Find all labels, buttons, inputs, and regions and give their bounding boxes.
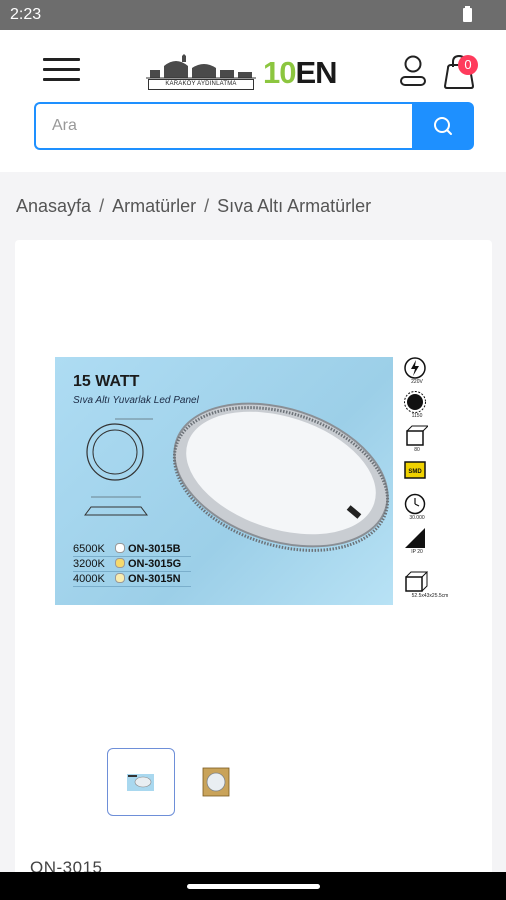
breadcrumb-home[interactable]: Anasayfa xyxy=(16,196,91,216)
menu-bar-icon xyxy=(43,78,80,81)
account-button[interactable] xyxy=(399,54,427,90)
user-icon xyxy=(400,55,426,86)
variant-row: 4000K ON-3015N xyxy=(73,572,191,587)
color-dot-icon xyxy=(115,573,125,583)
color-dot-icon xyxy=(115,543,125,553)
mosque-skyline-icon xyxy=(146,54,256,79)
thumbnail-1[interactable] xyxy=(107,748,175,816)
product-card: 15 WATT Sıva Altı Yuvarlak Led Panel 650… xyxy=(15,240,492,880)
search-icon xyxy=(434,117,452,135)
variant-codes: 6500K ON-3015B 3200K ON-3015G 4000K ON-3015… xyxy=(73,542,191,587)
spec-icons-column: 220V 1150 80 SMD 30.000 IP 20 52.5x43x25… xyxy=(400,357,462,605)
thumbnail-2[interactable] xyxy=(191,748,259,816)
menu-bar-icon xyxy=(43,58,80,61)
10en-logo[interactable]: 10EN xyxy=(263,55,338,90)
search-bar xyxy=(34,102,474,154)
breadcrumb-separator: / xyxy=(99,196,105,216)
breadcrumb-separator: / xyxy=(204,196,210,216)
lumen-icon xyxy=(404,391,426,413)
breadcrumb: Anasayfa / Armatürler / Sıva Altı Armatürler xyxy=(16,196,371,217)
svg-text:SMD: SMD xyxy=(408,469,422,475)
product-photo-panel: 15 WATT Sıva Altı Yuvarlak Led Panel 650… xyxy=(55,357,393,605)
status-bar: 2:23 xyxy=(0,0,506,30)
brand-en: EN xyxy=(295,55,337,90)
product-box-thumbnail-image xyxy=(202,767,230,797)
search-button[interactable] xyxy=(412,102,474,150)
smd-chip-icon: SMD xyxy=(404,461,426,479)
breadcrumb-current[interactable]: Sıva Altı Armatürler xyxy=(217,196,371,216)
voltage-icon xyxy=(404,357,426,379)
system-navigation-bar xyxy=(0,872,506,900)
color-dot-icon xyxy=(115,558,125,568)
package-size-icon xyxy=(405,571,428,592)
breadcrumb-armaturler[interactable]: Armatürler xyxy=(112,196,196,216)
brand-ten: 10 xyxy=(263,55,296,90)
cart-count-badge: 0 xyxy=(458,55,478,75)
site-header: KARAKÖY AYDINLATMA 10EN 0 xyxy=(0,30,506,172)
battery-icon xyxy=(463,6,472,22)
search-input[interactable] xyxy=(34,102,412,150)
box-icon xyxy=(406,425,428,446)
lifetime-clock-icon xyxy=(404,493,426,515)
ip-rating-icon xyxy=(405,528,425,548)
status-time: 2:23 xyxy=(10,6,42,23)
product-main-image[interactable]: 15 WATT Sıva Altı Yuvarlak Led Panel 650… xyxy=(55,357,460,605)
karakoy-logo-text: KARAKÖY AYDINLATMA xyxy=(148,79,254,90)
karakoy-logo[interactable]: KARAKÖY AYDINLATMA xyxy=(146,52,256,90)
variant-row: 3200K ON-3015G xyxy=(73,557,191,572)
home-gesture-handle[interactable] xyxy=(187,884,320,889)
variant-row: 6500K ON-3015B xyxy=(73,542,191,557)
product-thumbnail-image xyxy=(127,774,154,791)
hamburger-menu-button[interactable] xyxy=(43,56,81,84)
menu-bar-icon xyxy=(43,68,80,71)
